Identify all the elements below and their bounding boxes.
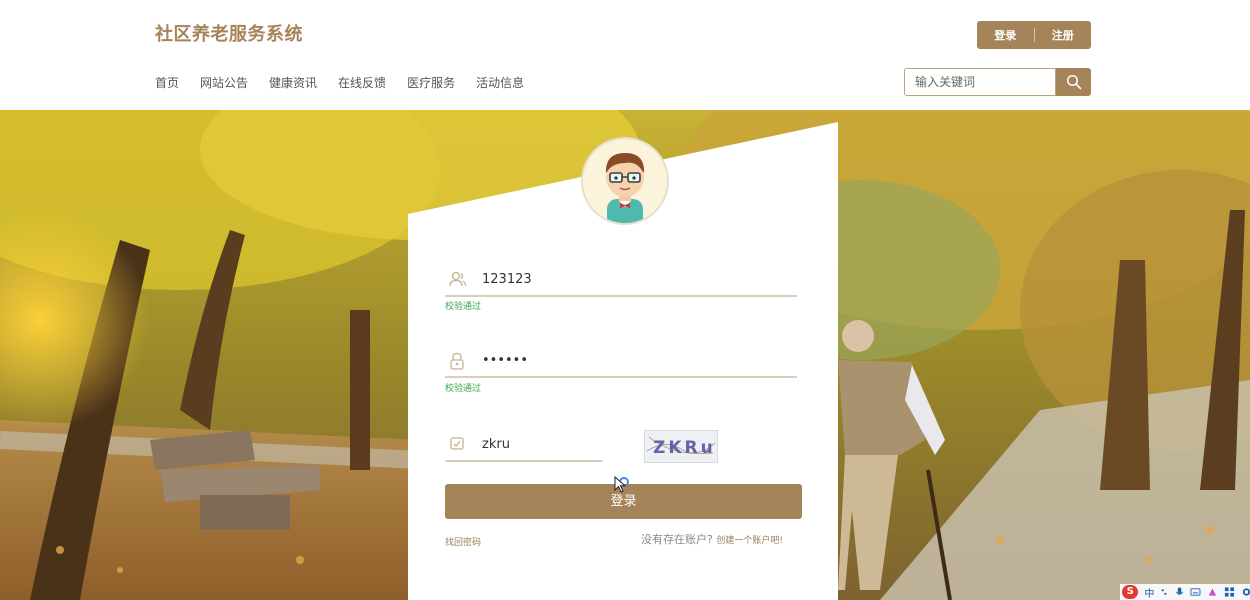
captcha-icon xyxy=(450,437,464,450)
ime-tray: S 中 xyxy=(1120,584,1250,600)
microphone-icon[interactable] xyxy=(1175,586,1184,598)
captcha-field xyxy=(445,432,603,462)
skin-icon[interactable] xyxy=(1207,586,1218,598)
password-input[interactable] xyxy=(480,352,784,369)
password-field xyxy=(445,348,797,378)
no-account-text: 没有存在账户? xyxy=(641,533,713,546)
auth-buttons: 登录 注册 xyxy=(977,21,1091,49)
site-title[interactable]: 社区养老服务系统 xyxy=(155,20,303,46)
avatar xyxy=(581,137,669,225)
captcha-input[interactable] xyxy=(480,436,599,453)
nav-item-home[interactable]: 首页 xyxy=(155,74,179,91)
header-login-button[interactable]: 登录 xyxy=(977,27,1034,43)
toolbox-icon[interactable] xyxy=(1224,586,1235,598)
search-box xyxy=(904,68,1091,96)
username-input[interactable] xyxy=(480,271,784,288)
main-nav: 首页 网站公告 健康资讯 在线反馈 医疗服务 活动信息 xyxy=(155,74,545,91)
password-validation-hint: 校验通过 xyxy=(445,384,482,394)
username-field xyxy=(445,267,797,297)
username-validation-hint: 校验通过 xyxy=(445,302,482,312)
no-account-prompt: 没有存在账户? 创建一个账户吧! xyxy=(641,531,783,547)
search-button[interactable] xyxy=(1056,68,1091,96)
nav-item-medical-service[interactable]: 医疗服务 xyxy=(407,74,455,91)
user-icon xyxy=(449,271,467,287)
site-header: 社区养老服务系统 登录 注册 首页 网站公告 健康资讯 在线反馈 医疗服务 活动… xyxy=(0,0,1250,110)
create-account-link[interactable]: 创建一个账户吧! xyxy=(716,536,783,546)
captcha-image[interactable]: ZKRu xyxy=(644,430,718,463)
captcha-image-graphic: ZKRu xyxy=(646,436,716,458)
ime-mode-indicator[interactable]: 中 xyxy=(1144,585,1154,600)
avatar-cartoon-man xyxy=(605,153,645,223)
login-card: 校验通过 校验通过 ZKRu 登录 找回密码 没有存在账户? 创建一个账户吧! xyxy=(408,122,838,600)
header-register-button[interactable]: 注册 xyxy=(1035,27,1092,43)
settings-icon[interactable] xyxy=(1241,586,1250,598)
mouse-cursor-icon xyxy=(614,476,629,493)
nav-item-health-news[interactable]: 健康资讯 xyxy=(269,74,317,91)
keyboard-icon[interactable] xyxy=(1190,587,1201,597)
captcha-image-text: ZKRu xyxy=(653,438,716,458)
nav-item-announcements[interactable]: 网站公告 xyxy=(200,74,248,91)
search-input[interactable] xyxy=(904,68,1056,96)
nav-item-feedback[interactable]: 在线反馈 xyxy=(338,74,386,91)
forgot-password-link[interactable]: 找回密码 xyxy=(445,535,481,548)
ime-logo-icon[interactable]: S xyxy=(1122,585,1139,599)
nav-item-activities[interactable]: 活动信息 xyxy=(476,74,524,91)
search-icon xyxy=(1066,74,1081,90)
punctuation-icon[interactable] xyxy=(1160,587,1169,597)
lock-icon xyxy=(450,352,464,370)
